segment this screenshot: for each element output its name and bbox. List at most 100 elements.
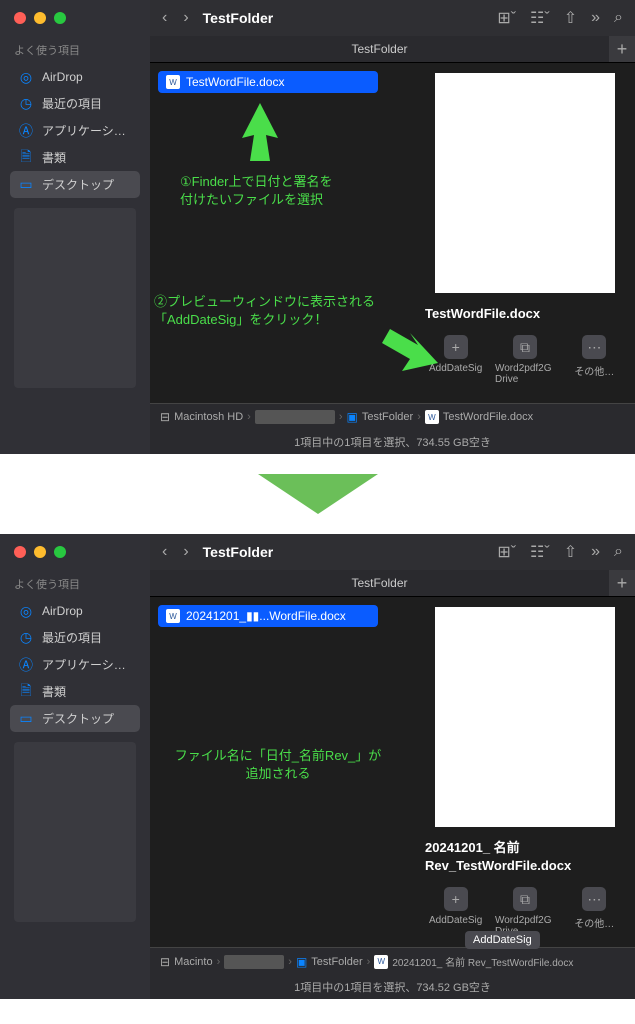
action-label: その他… — [574, 915, 614, 930]
close-button[interactable] — [14, 546, 26, 558]
action-adddatesig[interactable]: + AddDateSig — [426, 887, 486, 937]
action-word2pdf[interactable]: ⧉ Word2pdf2G Drive — [495, 887, 555, 937]
airdrop-icon: ◎ — [18, 603, 34, 619]
preview-file-name: TestWordFile.docx — [425, 305, 625, 323]
path-bar[interactable]: ⊟ Macinto › › ▣ TestFolder › W 20241201_… — [150, 947, 635, 975]
sidebar-item-label: 最近の項目 — [42, 629, 102, 646]
forward-button[interactable]: › — [183, 543, 188, 561]
disk-icon: ⊟ — [160, 410, 170, 424]
maximize-button[interactable] — [54, 546, 66, 558]
annotation-text-2: ②プレビューウィンドウに表示される 「AddDateSig」をクリック！ — [154, 293, 375, 329]
preview-thumbnail — [435, 607, 615, 827]
file-name: TestWordFile.docx — [186, 75, 284, 89]
finder-window-before: よく使う項目 ◎ AirDrop ◷ 最近の項目 Ⓐ アプリケーシ… 🗎 書類 — [0, 0, 635, 454]
doc-icon: 🗎 — [18, 684, 34, 700]
path-file[interactable]: 20241201_ 名前 Rev_TestWordFile.docx — [392, 954, 573, 969]
path-folder[interactable]: TestFolder — [362, 411, 413, 423]
close-button[interactable] — [14, 12, 26, 24]
action-label: Word2pdf2G Drive — [495, 363, 555, 385]
word-file-icon: W — [166, 609, 180, 623]
view-button[interactable]: ⊞ˇ — [497, 8, 516, 28]
desktop-icon: ▭ — [18, 177, 34, 193]
sidebar-item-recent[interactable]: ◷ 最近の項目 — [10, 624, 140, 651]
clock-icon: ◷ — [18, 630, 34, 646]
tooltip: AddDateSig — [465, 931, 540, 949]
view-button[interactable]: ⊞ˇ — [497, 542, 516, 562]
tab[interactable]: TestFolder — [150, 570, 609, 596]
share-button[interactable]: ⇧ — [564, 8, 577, 28]
action-label: AddDateSig — [429, 915, 482, 926]
sidebar-item-label: デスクトップ — [42, 710, 114, 727]
file-row-selected[interactable]: W 20241201_▮▮...WordFile.docx — [158, 605, 378, 627]
tab[interactable]: TestFolder — [150, 36, 609, 62]
sidebar-item-airdrop[interactable]: ◎ AirDrop — [10, 64, 140, 90]
minimize-button[interactable] — [34, 546, 46, 558]
status-bar: 1項目中の1項目を選択、734.52 GB空き — [150, 975, 635, 999]
new-tab-button[interactable]: + — [609, 570, 635, 596]
search-button[interactable]: ⌕ — [614, 543, 623, 561]
sidebar-item-applications[interactable]: Ⓐ アプリケーシ… — [10, 651, 140, 678]
sidebar-item-desktop[interactable]: ▭ デスクトップ — [10, 171, 140, 198]
sidebar: よく使う項目 ◎ AirDrop ◷ 最近の項目 Ⓐ アプリケーシ… 🗎 書類 — [0, 36, 150, 398]
traffic-lights[interactable] — [0, 0, 150, 36]
plus-icon: + — [444, 335, 468, 359]
file-list[interactable]: W 20241201_▮▮...WordFile.docx ファイル名に「日付_… — [150, 597, 415, 947]
folder-icon: ▣ — [296, 955, 307, 969]
share-button[interactable]: ⇧ — [564, 542, 577, 562]
back-button[interactable]: ‹ — [162, 543, 167, 561]
sidebar-placeholder — [14, 208, 136, 388]
sidebar-item-airdrop[interactable]: ◎ AirDrop — [10, 598, 140, 624]
sidebar-section-header: よく使う項目 — [10, 36, 140, 64]
word-file-icon: W — [166, 75, 180, 89]
action-more[interactable]: ⋯ その他… — [564, 335, 624, 385]
doc-icon: 🗎 — [18, 150, 34, 166]
sidebar-placeholder — [14, 742, 136, 922]
toolbar: ‹ › TestFolder ⊞ˇ ☷ˇ ⇧ » ⌕ — [150, 0, 635, 36]
finder-window-after: よく使う項目 ◎ AirDrop ◷ 最近の項目 Ⓐ アプリケーシ… 🗎 書類 — [0, 534, 635, 999]
preview-thumbnail — [435, 73, 615, 293]
preview-file-name: 20241201_ 名前 Rev_TestWordFile.docx — [425, 839, 625, 875]
minimize-button[interactable] — [34, 12, 46, 24]
airdrop-icon: ◎ — [18, 69, 34, 85]
path-folder[interactable]: TestFolder — [311, 956, 362, 968]
path-disk[interactable]: Macinto — [174, 956, 213, 968]
window-title: TestFolder — [203, 544, 274, 560]
sidebar-section-header: よく使う項目 — [10, 570, 140, 598]
annotation-text-3: ファイル名に「日付_名前Rev_」が 追加される — [168, 747, 388, 783]
action-more[interactable]: ⋯ その他… — [564, 887, 624, 937]
sidebar-item-label: 書類 — [42, 683, 66, 700]
word-file-icon: W — [374, 955, 388, 969]
forward-button[interactable]: › — [183, 9, 188, 27]
ellipsis-icon: ⋯ — [582, 887, 606, 911]
maximize-button[interactable] — [54, 12, 66, 24]
file-list[interactable]: W TestWordFile.docx ①Finder上で日付と署名を 付けたい… — [150, 63, 415, 403]
sidebar-item-desktop[interactable]: ▭ デスクトップ — [10, 705, 140, 732]
status-bar: 1項目中の1項目を選択、734.55 GB空き — [150, 430, 635, 454]
file-name: 20241201_▮▮...WordFile.docx — [186, 609, 346, 623]
more-button[interactable]: » — [591, 9, 600, 27]
apps-icon: Ⓐ — [18, 123, 34, 139]
annotation-arrow-1 — [240, 103, 280, 168]
group-button[interactable]: ☷ˇ — [530, 8, 550, 28]
file-row-selected[interactable]: W TestWordFile.docx — [158, 71, 378, 93]
group-button[interactable]: ☷ˇ — [530, 542, 550, 562]
sidebar-item-documents[interactable]: 🗎 書類 — [10, 678, 140, 705]
sidebar-item-label: AirDrop — [42, 604, 83, 618]
sidebar-item-documents[interactable]: 🗎 書類 — [10, 144, 140, 171]
action-word2pdf[interactable]: ⧉ Word2pdf2G Drive — [495, 335, 555, 385]
search-button[interactable]: ⌕ — [614, 9, 623, 27]
sidebar-item-applications[interactable]: Ⓐ アプリケーシ… — [10, 117, 140, 144]
new-tab-button[interactable]: + — [609, 36, 635, 62]
path-disk[interactable]: Macintosh HD — [174, 411, 243, 423]
path-bar[interactable]: ⊟ Macintosh HD › › ▣ TestFolder › W Test… — [150, 403, 635, 430]
traffic-lights[interactable] — [0, 534, 150, 570]
path-file[interactable]: TestWordFile.docx — [443, 411, 533, 423]
sidebar-item-label: デスクトップ — [42, 176, 114, 193]
more-button[interactable]: » — [591, 543, 600, 561]
back-button[interactable]: ‹ — [162, 9, 167, 27]
plus-icon: + — [444, 887, 468, 911]
sidebar-item-recent[interactable]: ◷ 最近の項目 — [10, 90, 140, 117]
disk-icon: ⊟ — [160, 955, 170, 969]
folder-icon: ▣ — [346, 410, 357, 424]
sidebar-item-label: AirDrop — [42, 70, 83, 84]
